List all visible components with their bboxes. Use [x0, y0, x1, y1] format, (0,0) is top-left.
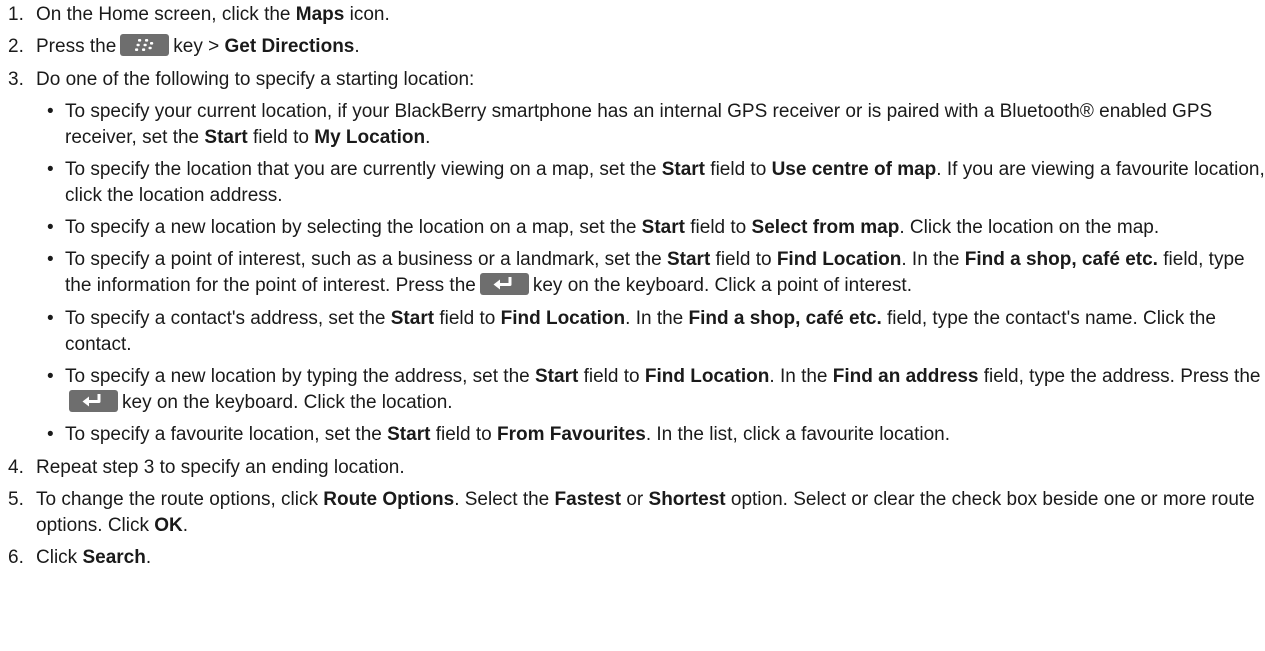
- step-number: 1.: [8, 4, 24, 25]
- blackberry-menu-key-icon: [120, 34, 170, 57]
- step-number: 5.: [8, 488, 24, 510]
- bullet-icon: •: [47, 100, 54, 122]
- step-text: Press the: [36, 36, 117, 58]
- step-2: 2. Press the key > Get Directions.: [8, 34, 1265, 60]
- step-text: icon.: [344, 4, 390, 25]
- bullet-icon: •: [47, 158, 54, 180]
- option-point-of-interest: • To specify a point of interest, such a…: [47, 249, 1245, 297]
- option-from-favourites: • To specify a favourite location, set t…: [36, 422, 1265, 448]
- step-1: 1. On the Home screen, click the Maps ic…: [8, 2, 1265, 28]
- instructions-page: 1. On the Home screen, click the Maps ic…: [0, 0, 1265, 571]
- step-text: Repeat step 3 to specify an ending locat…: [36, 456, 405, 478]
- steps-list: 1. On the Home screen, click the Maps ic…: [8, 2, 1265, 571]
- option-my-location: • To specify your current location, if y…: [47, 100, 1213, 148]
- step-text: key >: [173, 36, 225, 58]
- step-text: On the Home screen, click the: [36, 4, 296, 25]
- maps-label: Maps: [295, 4, 345, 25]
- bullet-icon: •: [47, 424, 54, 446]
- step-number: 4.: [8, 456, 24, 478]
- bullet-icon: •: [47, 249, 54, 271]
- step-4: 4. Repeat step 3 to specify an ending lo…: [8, 455, 1265, 481]
- option-use-centre-of-map: • To specify the location that you are c…: [47, 158, 1265, 206]
- step-5: 5. To change the route options, click Ro…: [8, 488, 1255, 536]
- option-type-address: • To specify a new location by typing th…: [47, 366, 1261, 414]
- step-text: .: [354, 36, 360, 58]
- step-3: 3. Do one of the following to specify a …: [8, 67, 1265, 449]
- search-label: Search: [82, 547, 146, 569]
- step-number: 3.: [8, 68, 24, 90]
- get-directions-label: Get Directions: [224, 36, 355, 58]
- start-location-options: • To specify your current location, if y…: [36, 99, 1265, 449]
- step-6: 6. Click Search.: [8, 545, 1265, 571]
- bullet-icon: •: [47, 366, 54, 388]
- enter-key-icon: [69, 390, 118, 413]
- option-contact-address: • To specify a contact's address, set th…: [47, 307, 1216, 355]
- step-text: Do one of the following to specify a sta…: [36, 68, 475, 90]
- bullet-icon: •: [47, 307, 54, 329]
- option-select-from-map: • To specify a new location by selecting…: [36, 215, 1265, 241]
- enter-key-icon: [479, 273, 529, 296]
- step-number: 2.: [8, 36, 24, 58]
- step-number: 6.: [8, 547, 24, 569]
- bullet-icon: •: [47, 217, 54, 239]
